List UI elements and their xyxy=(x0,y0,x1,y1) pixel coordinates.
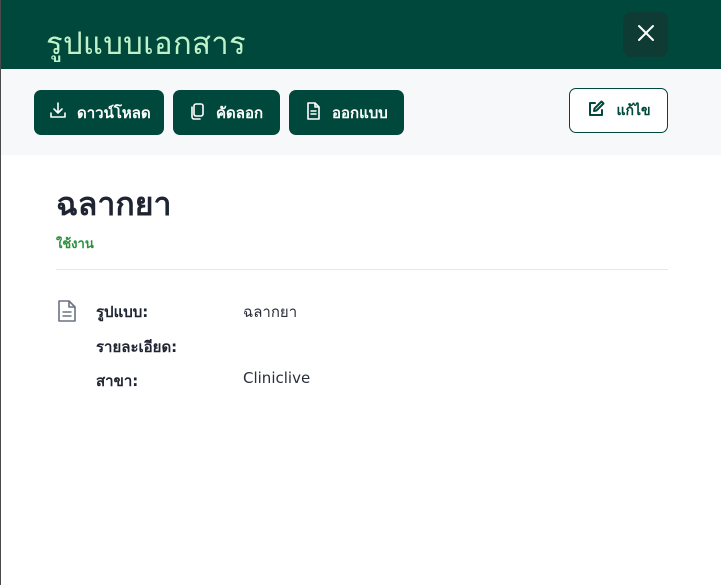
detail-row-branch: สาขา: Cliniclive xyxy=(96,369,656,393)
detail-value: ฉลากยา xyxy=(243,303,298,321)
divider xyxy=(56,269,668,270)
copy-button-label: คัดลอก xyxy=(216,103,264,122)
detail-value: Cliniclive xyxy=(243,369,311,387)
panel-header: รูปแบบเอกสาร xyxy=(1,0,721,69)
file-icon xyxy=(56,299,78,327)
document-template-panel: รูปแบบเอกสาร ดาวน์โหลด คัดลอก ออกแบบ แก้… xyxy=(0,0,721,585)
action-toolbar: ดาวน์โหลด คัดลอก ออกแบบ แก้ไข xyxy=(1,69,721,155)
copy-button[interactable]: คัดลอก xyxy=(173,90,280,135)
document-title: ฉลากยา xyxy=(56,185,172,223)
edit-icon xyxy=(586,99,606,123)
detail-row-description: รายละเอียด: xyxy=(96,335,656,359)
copy-icon xyxy=(187,101,207,125)
edit-button-label: แก้ไข xyxy=(616,102,651,119)
status-badge: ใช้งาน xyxy=(56,237,94,252)
detail-row-format: รูปแบบ: ฉลากยา xyxy=(96,300,656,324)
export-button[interactable]: ออกแบบ xyxy=(289,90,404,135)
download-icon xyxy=(48,101,68,125)
close-button[interactable] xyxy=(623,12,668,57)
edit-button[interactable]: แก้ไข xyxy=(569,88,668,133)
detail-label: รูปแบบ: xyxy=(96,303,149,321)
export-button-label: ออกแบบ xyxy=(332,103,388,122)
file-icon xyxy=(303,101,323,125)
close-icon xyxy=(637,24,655,46)
detail-label: สาขา: xyxy=(96,372,139,390)
detail-label: รายละเอียด: xyxy=(96,338,178,356)
download-button[interactable]: ดาวน์โหลด xyxy=(34,90,164,135)
panel-title: รูปแบบเอกสาร xyxy=(46,26,246,62)
download-button-label: ดาวน์โหลด xyxy=(77,103,151,122)
